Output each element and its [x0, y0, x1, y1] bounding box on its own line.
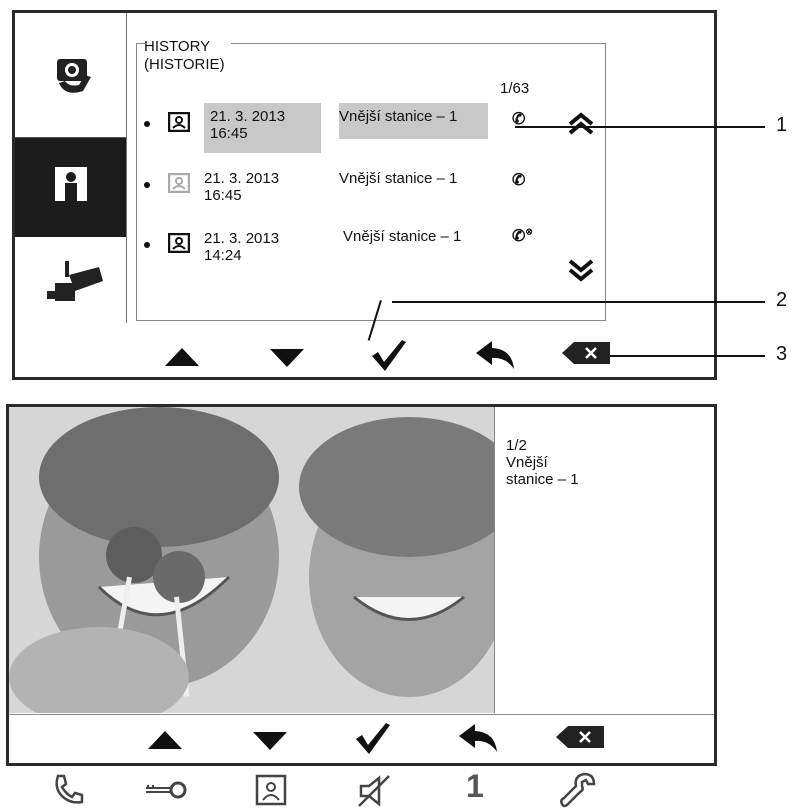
- bullet: [144, 121, 150, 127]
- history-row[interactable]: 21. 3. 2013 16:45 Vnější stanice – 1 ✆: [142, 170, 602, 215]
- camera-icon: [47, 261, 103, 301]
- toolbar-divider: [9, 714, 714, 715]
- bullet: [144, 182, 150, 188]
- person-card-icon: [168, 173, 190, 193]
- incoming-call-icon: ✆: [512, 172, 526, 189]
- snapshot-image[interactable]: [9, 407, 494, 713]
- check-icon[interactable]: [354, 721, 390, 755]
- callout-1: 1: [776, 114, 788, 136]
- mute-icon[interactable]: [357, 774, 391, 808]
- delete-icon[interactable]: [562, 342, 610, 364]
- up-arrow-icon[interactable]: [165, 348, 199, 366]
- sidebar-item-camera[interactable]: [15, 237, 126, 380]
- person-card-icon: [168, 233, 190, 253]
- callout-line-1: [515, 126, 765, 128]
- photo-info: 1/2 Vnější stanice – 1: [506, 437, 579, 488]
- page-counter: 1/63: [500, 80, 530, 97]
- callout-line-2: [392, 301, 765, 303]
- person-card-icon: [168, 112, 190, 132]
- wrench-icon[interactable]: [560, 772, 596, 808]
- entry-source: Vnější stanice – 1: [339, 103, 488, 139]
- children-photo: [9, 407, 494, 713]
- photo-source: Vnější: [506, 454, 548, 471]
- entry-datetime: 21. 3. 2013 14:24: [204, 230, 280, 264]
- up-arrow-icon[interactable]: [148, 731, 182, 749]
- entry-source: Vnější stanice – 1: [339, 170, 458, 187]
- down-arrow-icon[interactable]: [253, 732, 287, 750]
- key-icon[interactable]: [144, 780, 190, 800]
- sidebar-item-history[interactable]: [15, 137, 126, 237]
- sidebar-item-messages[interactable]: [15, 13, 126, 137]
- person-icon: [55, 167, 87, 201]
- phone-icon[interactable]: [52, 774, 84, 806]
- callout-2: 2: [776, 289, 788, 311]
- person-card-icon[interactable]: [255, 774, 287, 806]
- history-row[interactable]: 21. 3. 2013 14:24 Vnější stanice – 1 ✆⊗: [142, 227, 602, 275]
- back-icon[interactable]: [476, 341, 516, 369]
- callout-line-3: [610, 355, 765, 357]
- entry-datetime: 21. 3. 2013 16:45: [204, 103, 321, 153]
- entry-datetime: 21. 3. 2013 16:45: [204, 170, 280, 204]
- bullet: [144, 242, 150, 248]
- entry-source: Vnější stanice – 1: [343, 228, 462, 245]
- callout-3: 3: [776, 343, 788, 365]
- check-icon[interactable]: [370, 338, 406, 372]
- message-icon: [57, 59, 91, 93]
- number-one-icon[interactable]: 1: [466, 768, 484, 805]
- scroll-down-icon[interactable]: [566, 258, 596, 284]
- down-arrow-icon[interactable]: [270, 349, 304, 367]
- history-row[interactable]: 21. 3. 2013 16:45 Vnější stanice – 1 ✆: [142, 103, 602, 153]
- history-title: HISTORY (HISTORIE): [140, 38, 231, 74]
- delete-icon[interactable]: [556, 726, 604, 748]
- photo-counter: 1/2: [506, 437, 527, 454]
- back-icon[interactable]: [459, 724, 499, 752]
- missed-call-icon: ✆⊗: [512, 226, 533, 245]
- scroll-up-icon[interactable]: [566, 110, 596, 136]
